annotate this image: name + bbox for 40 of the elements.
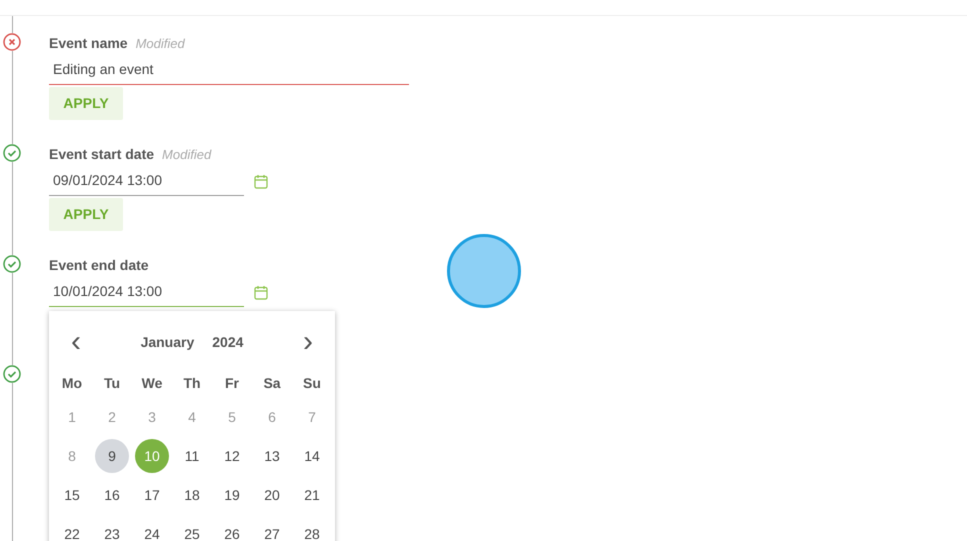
- field-label: Event name: [49, 34, 128, 53]
- field-label: Event start date: [49, 145, 154, 164]
- weekday-label: Fr: [225, 374, 239, 392]
- calendar-day[interactable]: 20: [255, 478, 289, 512]
- calendar-day[interactable]: 16: [95, 478, 129, 512]
- year-label[interactable]: 2024: [212, 332, 244, 352]
- weekday-label: Th: [183, 374, 201, 392]
- calendar-icon[interactable]: [254, 174, 268, 188]
- calendar-day[interactable]: 13: [255, 438, 289, 472]
- calendar-icon[interactable]: [254, 284, 268, 300]
- calendar-day[interactable]: 9: [95, 438, 129, 472]
- calendar-day[interactable]: 18: [175, 478, 209, 512]
- month-label[interactable]: January: [140, 332, 194, 352]
- weekday-label: Tu: [104, 374, 120, 392]
- date-field[interactable]: 09/01/2024 13:00: [49, 166, 244, 196]
- next-month-button[interactable]: ›: [298, 327, 318, 357]
- weekday-label: Sa: [263, 374, 281, 392]
- date-field[interactable]: 10/01/2024 13:00: [49, 277, 244, 307]
- calendar-day[interactable]: 17: [135, 478, 169, 512]
- input-field[interactable]: Editing an event: [49, 55, 409, 85]
- calendar-day[interactable]: 25: [175, 516, 209, 541]
- calendar-day[interactable]: 19: [215, 478, 249, 512]
- calendar-day[interactable]: 26: [215, 516, 249, 541]
- calendar-day[interactable]: 22: [55, 516, 89, 541]
- calendar-day[interactable]: 24: [135, 516, 169, 541]
- weekday-label: Mo: [62, 374, 82, 392]
- calendar-day[interactable]: 27: [255, 516, 289, 541]
- previous-month-button[interactable]: ‹: [66, 327, 86, 357]
- calendar-day[interactable]: 12: [215, 438, 249, 472]
- calendar-day[interactable]: 23: [95, 516, 129, 541]
- calendar-day[interactable]: 14: [295, 438, 329, 472]
- weekday-label: Su: [303, 374, 321, 392]
- calendar-day[interactable]: 15: [55, 478, 89, 512]
- calendar-day[interactable]: 28: [295, 516, 329, 541]
- field-label: Event end date: [49, 256, 149, 275]
- weekday-label: We: [142, 374, 162, 392]
- modified-note: Modified: [136, 35, 185, 53]
- modified-note: Modified: [162, 146, 212, 164]
- calendar-day[interactable]: 11: [175, 438, 209, 472]
- calendar-day[interactable]: 21: [295, 478, 329, 512]
